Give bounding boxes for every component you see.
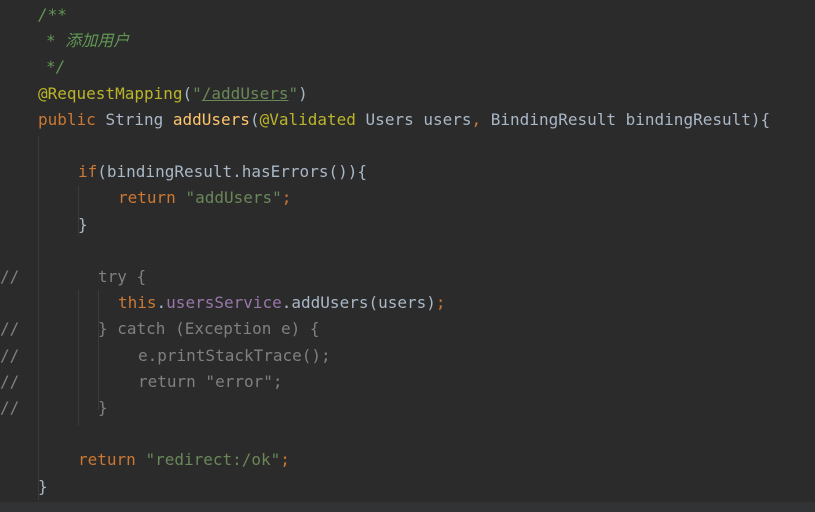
- code-line[interactable]: // e.printStackTrace();: [0, 343, 815, 369]
- code-token: }: [98, 398, 108, 417]
- code-content: }: [98, 395, 108, 421]
- code-token: ;: [435, 293, 446, 313]
- code-content: e.printStackTrace();: [138, 343, 331, 369]
- code-line[interactable]: // } catch (Exception e) {: [0, 316, 815, 342]
- code-token: */: [46, 57, 66, 77]
- code-content: return "error";: [138, 369, 283, 395]
- code-line[interactable]: if(bindingResult.hasErrors()){: [0, 159, 815, 185]
- code-line[interactable]: * 添加用户: [0, 28, 815, 54]
- code-line[interactable]: [0, 238, 815, 264]
- code-token: (bindingResult.hasErrors()){: [97, 162, 367, 182]
- line-comment-marker: //: [0, 319, 20, 339]
- code-content: */: [46, 54, 65, 80]
- code-token: ): [298, 83, 308, 103]
- code-line[interactable]: // return "error";: [0, 369, 815, 395]
- code-line[interactable]: [0, 133, 815, 159]
- code-token: BindingResult bindingResult){: [490, 109, 771, 129]
- line-comment-marker: //: [0, 345, 20, 365]
- line-comment-marker: //: [0, 371, 20, 391]
- code-line[interactable]: return "addUsers";: [0, 185, 815, 211]
- code-line[interactable]: return "redirect:/ok";: [0, 447, 815, 473]
- code-token: }: [78, 214, 88, 234]
- code-content: * 添加用户: [46, 28, 129, 54]
- code-token: String: [105, 109, 173, 129]
- code-content: /**: [38, 2, 67, 28]
- code-token: (: [182, 83, 193, 103]
- code-token: return: [118, 188, 186, 208]
- code-line[interactable]: [0, 421, 815, 447]
- code-line[interactable]: //}: [0, 395, 815, 421]
- code-line[interactable]: @RequestMapping("/addUsers"): [0, 81, 815, 107]
- code-token: ": [288, 83, 299, 103]
- code-token: .: [156, 293, 167, 313]
- code-content: public String addUsers(@Validated Users …: [38, 107, 770, 133]
- code-token: ,: [471, 109, 491, 129]
- code-token: public: [38, 109, 106, 129]
- line-comment-marker: //: [0, 267, 20, 286]
- code-token: (: [249, 109, 260, 129]
- code-content: return "redirect:/ok";: [78, 447, 290, 473]
- code-token: }: [38, 476, 48, 496]
- code-token: try {: [98, 267, 147, 286]
- code-token: if: [78, 162, 98, 182]
- code-token: @RequestMapping: [38, 83, 183, 103]
- code-token: usersService: [166, 293, 282, 313]
- code-token: } catch (Exception e) {: [98, 319, 320, 339]
- code-token: /**: [38, 5, 67, 24]
- code-line[interactable]: // try {: [0, 264, 815, 290]
- code-line[interactable]: }: [0, 474, 815, 500]
- code-content: @RequestMapping("/addUsers"): [38, 81, 308, 107]
- code-content: try {: [98, 264, 146, 290]
- code-token: e.printStackTrace();: [138, 345, 331, 365]
- code-token: Users users: [365, 109, 472, 129]
- code-content: this.usersService.addUsers(users);: [118, 290, 446, 316]
- code-content: } catch (Exception e) {: [98, 316, 320, 342]
- code-content: if(bindingResult.hasErrors()){: [78, 159, 367, 185]
- code-line[interactable]: public String addUsers(@Validated Users …: [0, 107, 815, 133]
- code-editor[interactable]: /** * 添加用户 */@RequestMapping("/addUsers") p…: [0, 0, 815, 512]
- code-line[interactable]: /**: [0, 2, 815, 28]
- code-token: return "error";: [138, 371, 283, 391]
- code-content: return "addUsers";: [118, 185, 291, 211]
- code-token: @Validated: [259, 109, 366, 129]
- code-token: ": [192, 83, 202, 103]
- code-token: return: [78, 450, 146, 470]
- code-token: this: [118, 293, 157, 313]
- code-token: * 添加用户: [46, 31, 130, 51]
- code-token: addUsers: [172, 109, 250, 129]
- code-token: ;: [280, 450, 290, 470]
- code-token: "addUsers": [185, 188, 282, 208]
- line-comment-marker: //: [0, 398, 20, 417]
- code-token: /addUsers: [201, 83, 289, 103]
- horizontal-scrollbar-track[interactable]: [0, 502, 815, 512]
- code-line[interactable]: this.usersService.addUsers(users);: [0, 290, 815, 316]
- code-token: .addUsers(users): [281, 293, 436, 313]
- code-content: }: [78, 212, 88, 238]
- code-token: ;: [281, 188, 292, 208]
- code-content: }: [38, 474, 48, 500]
- code-line[interactable]: */: [0, 54, 815, 80]
- code-line[interactable]: }: [0, 212, 815, 238]
- code-token: "redirect:/ok": [145, 450, 281, 470]
